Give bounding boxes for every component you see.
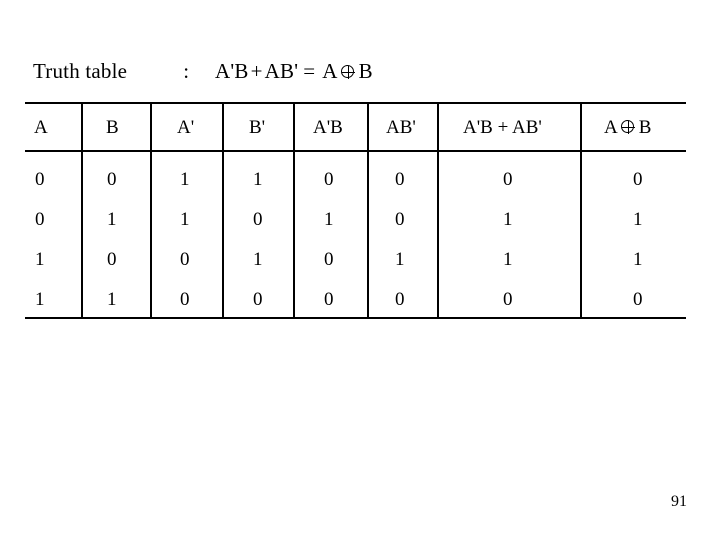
- table-header-b-not: B': [249, 117, 266, 138]
- page-title: Truth table: [33, 59, 128, 83]
- table-cell: 1: [253, 169, 263, 190]
- title-expression: A'B+AB' = A B: [215, 61, 373, 82]
- table-cell: 0: [324, 249, 334, 270]
- table-cell: 1: [180, 169, 190, 190]
- table-cell: 1: [395, 249, 405, 270]
- column-divider-4: [293, 104, 295, 317]
- title-separator: :: [183, 59, 190, 83]
- expression-equals-operator: =: [303, 59, 316, 83]
- table-cell: 0: [253, 289, 263, 310]
- table-header-abnot: AB': [386, 117, 416, 138]
- table-cell: 0: [395, 169, 405, 190]
- table-cell: 0: [503, 169, 513, 190]
- column-divider-7: [580, 104, 582, 317]
- table-cell: 1: [35, 289, 45, 310]
- column-divider-2: [150, 104, 152, 317]
- table-cell: 0: [107, 249, 117, 270]
- expression-plus-operator: +: [250, 59, 263, 83]
- table-cell: 1: [180, 209, 190, 230]
- table-cell: 0: [395, 289, 405, 310]
- table-cell: 0: [633, 169, 643, 190]
- table-cell: 0: [395, 209, 405, 230]
- table-cell: 0: [35, 209, 45, 230]
- table-cell: 1: [107, 289, 117, 310]
- table-cell: 1: [35, 249, 45, 270]
- expression-term-abnot: AB': [264, 59, 299, 83]
- table-cell: 0: [503, 289, 513, 310]
- truth-table: A B A' B' A'B AB' A'B + AB' AB 0 0 1 1 0…: [25, 102, 686, 319]
- table-header-sum: A'B + AB': [463, 117, 542, 138]
- table-cell: 1: [324, 209, 334, 230]
- table-cell: 0: [180, 249, 190, 270]
- table-header-rule: [25, 150, 686, 152]
- table-cell: 1: [107, 209, 117, 230]
- circled-plus-icon: [340, 65, 356, 80]
- table-cell: 0: [180, 289, 190, 310]
- expression-operand-b: B: [358, 59, 373, 83]
- table-cell: 1: [633, 249, 643, 270]
- table-header-b: B: [106, 117, 119, 138]
- table-header-xor: AB: [604, 118, 651, 137]
- xor-header-operand-a: A: [604, 117, 618, 138]
- page-number: 91: [671, 493, 687, 510]
- table-bottom-rule: [25, 317, 686, 319]
- table-cell: 0: [633, 289, 643, 310]
- table-cell: 0: [324, 169, 334, 190]
- column-divider-1: [81, 104, 83, 317]
- table-cell: 0: [107, 169, 117, 190]
- table-cell: 0: [35, 169, 45, 190]
- table-cell: 1: [253, 249, 263, 270]
- table-cell: 1: [503, 209, 513, 230]
- table-top-rule: [25, 102, 686, 104]
- table-header-a: A: [34, 117, 48, 138]
- circled-plus-icon: [620, 120, 636, 135]
- table-cell: 0: [253, 209, 263, 230]
- table-header-a-not: A': [177, 117, 195, 138]
- table-header-anotb: A'B: [313, 117, 343, 138]
- column-divider-3: [222, 104, 224, 317]
- expression-term-anotb: A'B: [215, 59, 249, 83]
- table-cell: 1: [633, 209, 643, 230]
- table-cell: 1: [503, 249, 513, 270]
- expression-operand-a: A: [322, 59, 338, 83]
- column-divider-6: [437, 104, 439, 317]
- xor-header-operand-b: B: [638, 117, 652, 138]
- slide-title: Truth table : A'B+AB' = A B: [33, 61, 373, 91]
- table-cell: 0: [324, 289, 334, 310]
- column-divider-5: [367, 104, 369, 317]
